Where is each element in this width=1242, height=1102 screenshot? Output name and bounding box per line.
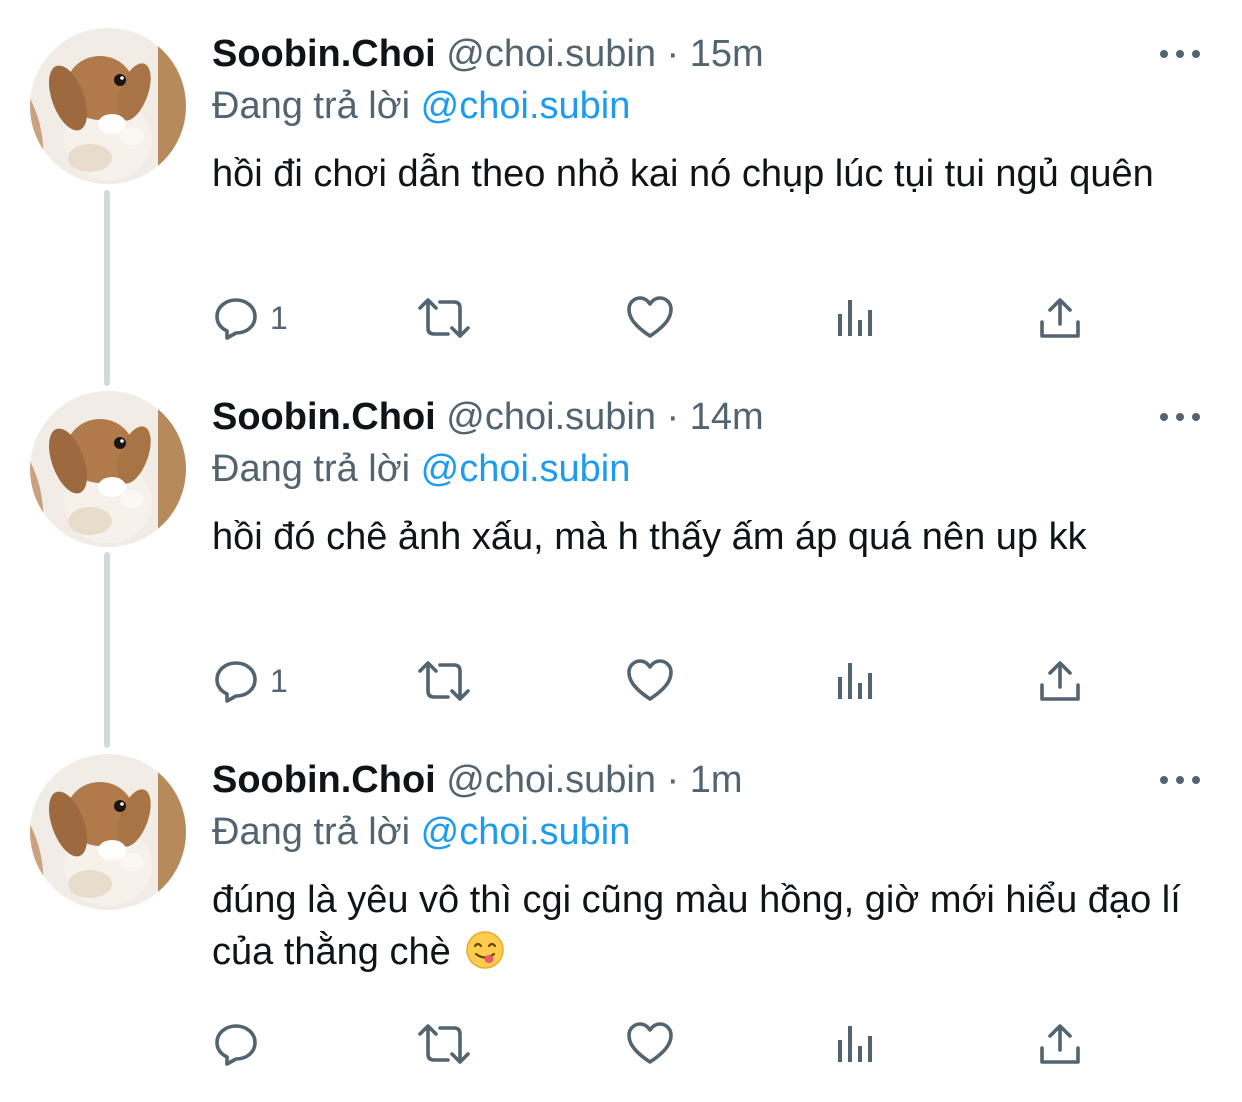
- user-handle[interactable]: @choi.subin: [446, 396, 656, 438]
- analytics-button[interactable]: [834, 268, 878, 368]
- reply-button[interactable]: [212, 994, 270, 1094]
- tweet-header: Soobin.Choi @choi.subin · 15m: [212, 30, 764, 78]
- share-button[interactable]: [1038, 631, 1082, 731]
- tweet-header: Soobin.Choi @choi.subin · 14m: [212, 393, 764, 441]
- reply-icon: [215, 661, 257, 703]
- display-name[interactable]: Soobin.Choi: [212, 396, 436, 438]
- timestamp[interactable]: 14m: [690, 396, 764, 438]
- share-button[interactable]: [1038, 268, 1082, 368]
- mention-link[interactable]: @choi.subin: [421, 85, 631, 127]
- share-icon: [1040, 1024, 1080, 1064]
- bunny-avatar-image: [30, 391, 186, 547]
- yum-face-emoji: [466, 931, 505, 969]
- separator-dot: ·: [666, 396, 680, 438]
- mention-link[interactable]: @choi.subin: [421, 448, 631, 490]
- reply-icon: [215, 298, 257, 340]
- display-name[interactable]: Soobin.Choi: [212, 33, 436, 75]
- more-icon: [1160, 50, 1200, 58]
- separator-dot: ·: [666, 33, 680, 75]
- reply-count: 1: [270, 299, 288, 336]
- analytics-icon: [838, 1026, 872, 1062]
- bunny-avatar-image: [30, 754, 186, 910]
- more-icon: [1160, 413, 1200, 421]
- retweet-button[interactable]: [416, 994, 472, 1094]
- reply-count: 1: [270, 662, 288, 699]
- tweet-text: đúng là yêu vô thì cgi cũng màu hồng, gi…: [212, 874, 1202, 978]
- analytics-button[interactable]: [834, 631, 878, 731]
- like-button[interactable]: [626, 268, 674, 368]
- replying-to: Đang trả lời @choi.subin: [212, 445, 630, 493]
- like-button[interactable]: [626, 994, 674, 1094]
- action-bar: [212, 994, 1112, 1094]
- reply-button[interactable]: 1: [212, 631, 288, 731]
- like-icon: [627, 1022, 673, 1064]
- tweet-text-content: đúng là yêu vô thì cgi cũng màu hồng, gi…: [212, 879, 1181, 973]
- replying-to: Đang trả lời @choi.subin: [212, 808, 630, 856]
- like-icon: [627, 659, 673, 701]
- retweet-icon: [418, 661, 470, 701]
- more-options-button[interactable]: [1158, 40, 1202, 68]
- retweet-icon: [418, 1024, 470, 1064]
- tweet[interactable]: Soobin.Choi @choi.subin · 14m Đang trả l…: [0, 363, 1242, 726]
- replying-prefix: Đang trả lời: [212, 811, 411, 853]
- tweet-text: hồi đi chơi dẫn theo nhỏ kai nó chụp lúc…: [212, 153, 1154, 195]
- user-handle[interactable]: @choi.subin: [446, 33, 656, 75]
- bunny-avatar-image: [30, 28, 186, 184]
- mention-link[interactable]: @choi.subin: [421, 811, 631, 853]
- user-handle[interactable]: @choi.subin: [446, 759, 656, 801]
- retweet-button[interactable]: [416, 631, 472, 731]
- share-button[interactable]: [1038, 994, 1082, 1094]
- analytics-button[interactable]: [834, 994, 878, 1094]
- tweet-text: hồi đó chê ảnh xấu, mà h thấy ấm áp quá …: [212, 516, 1087, 558]
- tweet[interactable]: Soobin.Choi @choi.subin · 15m Đang trả l…: [0, 0, 1242, 363]
- replying-to: Đang trả lời @choi.subin: [212, 82, 630, 130]
- more-options-button[interactable]: [1158, 766, 1202, 794]
- timestamp[interactable]: 1m: [690, 759, 743, 801]
- like-icon: [627, 296, 673, 338]
- action-bar: 1: [212, 631, 1112, 731]
- timestamp[interactable]: 15m: [690, 33, 764, 75]
- replying-prefix: Đang trả lời: [212, 448, 411, 490]
- avatar[interactable]: [30, 391, 186, 547]
- avatar[interactable]: [30, 28, 186, 184]
- avatar[interactable]: [30, 754, 186, 910]
- more-options-button[interactable]: [1158, 403, 1202, 431]
- share-icon: [1040, 661, 1080, 701]
- analytics-icon: [838, 300, 872, 336]
- retweet-icon: [418, 298, 470, 338]
- separator-dot: ·: [666, 759, 680, 801]
- like-button[interactable]: [626, 631, 674, 731]
- more-icon: [1160, 776, 1200, 784]
- retweet-button[interactable]: [416, 268, 472, 368]
- tweet[interactable]: Soobin.Choi @choi.subin · 1m Đang trả lờ…: [0, 726, 1242, 1089]
- tweet-header: Soobin.Choi @choi.subin · 1m: [212, 756, 743, 804]
- analytics-icon: [838, 663, 872, 699]
- reply-icon: [215, 1024, 257, 1066]
- replying-prefix: Đang trả lời: [212, 85, 411, 127]
- share-icon: [1040, 298, 1080, 338]
- reply-button[interactable]: 1: [212, 268, 288, 368]
- display-name[interactable]: Soobin.Choi: [212, 759, 436, 801]
- action-bar: 1: [212, 268, 1112, 368]
